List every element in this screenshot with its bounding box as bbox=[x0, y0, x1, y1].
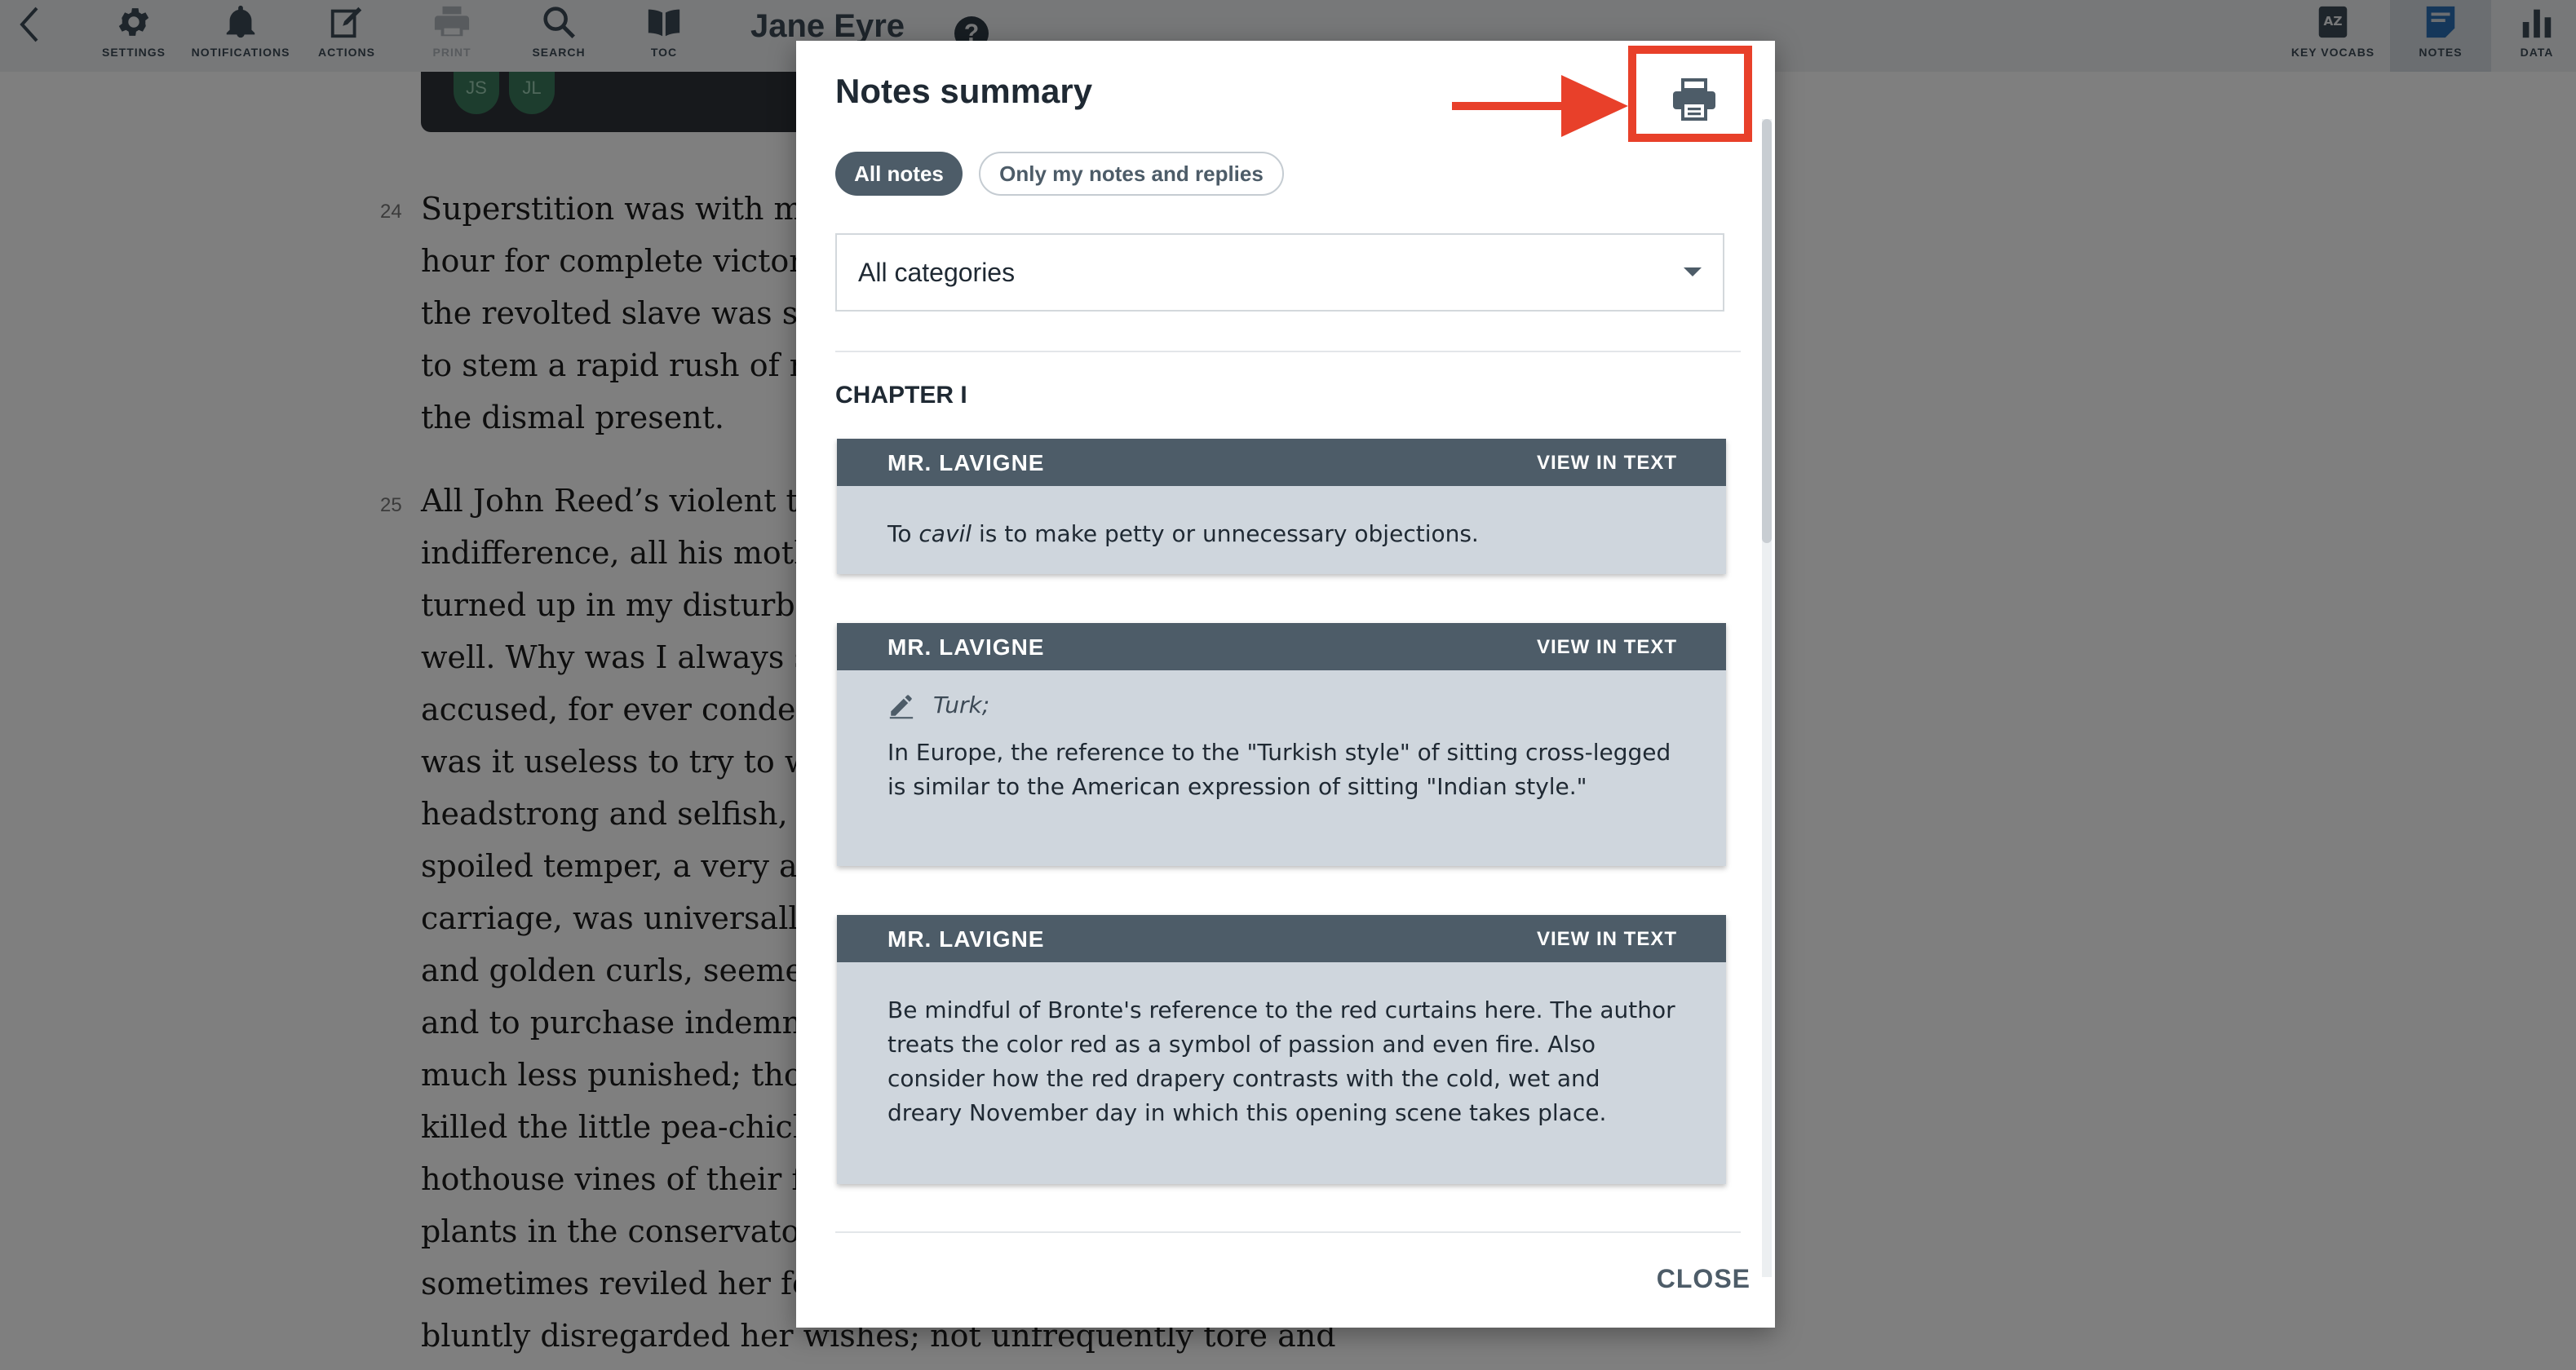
note-author: MR. LAVIGNE bbox=[887, 450, 1045, 475]
category-select-value: All categories bbox=[858, 258, 1016, 287]
note-text-part: is to make petty or unnecessary objectio… bbox=[972, 520, 1479, 547]
note-author: MR. LAVIGNE bbox=[887, 634, 1045, 660]
note-text: To cavil is to make petty or unnecessary… bbox=[837, 486, 1726, 551]
note-author: MR. LAVIGNE bbox=[887, 926, 1045, 952]
quote-text: Turk; bbox=[933, 692, 990, 718]
print-notes-button[interactable] bbox=[1661, 70, 1728, 129]
printer-icon bbox=[1673, 78, 1715, 121]
divider bbox=[835, 1231, 1741, 1233]
view-in-text-link[interactable]: VIEW IN TEXT bbox=[1537, 928, 1677, 951]
note-card: MR. LAVIGNE VIEW IN TEXT Turk; In Europe… bbox=[837, 623, 1726, 866]
filter-all-notes[interactable]: All notes bbox=[835, 152, 963, 196]
arrow-annotation bbox=[1452, 75, 1628, 137]
caret-down-icon bbox=[1684, 267, 1702, 276]
pencil-icon bbox=[889, 695, 914, 719]
divider bbox=[835, 351, 1741, 352]
view-in-text-link[interactable]: VIEW IN TEXT bbox=[1537, 636, 1677, 659]
view-in-text-link[interactable]: VIEW IN TEXT bbox=[1537, 452, 1677, 475]
dialog-title: Notes summary bbox=[835, 72, 1093, 110]
note-card: MR. LAVIGNE VIEW IN TEXT To cavil is to … bbox=[837, 439, 1726, 574]
scroll-thumb[interactable] bbox=[1762, 119, 1772, 543]
note-text: Be mindful of Bronte's reference to the … bbox=[887, 997, 1675, 1126]
note-text: In Europe, the reference to the "Turkish… bbox=[887, 739, 1671, 800]
note-content: Turk; In Europe, the reference to the "T… bbox=[837, 688, 1726, 804]
filter-my-notes[interactable]: Only my notes and replies bbox=[979, 152, 1284, 196]
category-select[interactable]: All categories bbox=[835, 233, 1724, 312]
note-card: MR. LAVIGNE VIEW IN TEXT Be mindful of B… bbox=[837, 915, 1726, 1184]
note-text-part: To bbox=[887, 520, 919, 547]
note-header: MR. LAVIGNE VIEW IN TEXT bbox=[837, 623, 1726, 670]
notes-summary-dialog: Notes summary All notes Only my notes an… bbox=[796, 41, 1775, 1328]
chapter-heading: CHAPTER I bbox=[835, 382, 967, 409]
note-header: MR. LAVIGNE VIEW IN TEXT bbox=[837, 915, 1726, 962]
note-text-emphasis: cavil bbox=[918, 520, 972, 547]
note-header: MR. LAVIGNE VIEW IN TEXT bbox=[837, 439, 1726, 486]
close-button[interactable]: CLOSE bbox=[1657, 1264, 1751, 1294]
dialog-scrollbar[interactable] bbox=[1762, 119, 1772, 1277]
highlighted-quote: Turk; bbox=[887, 688, 1675, 723]
